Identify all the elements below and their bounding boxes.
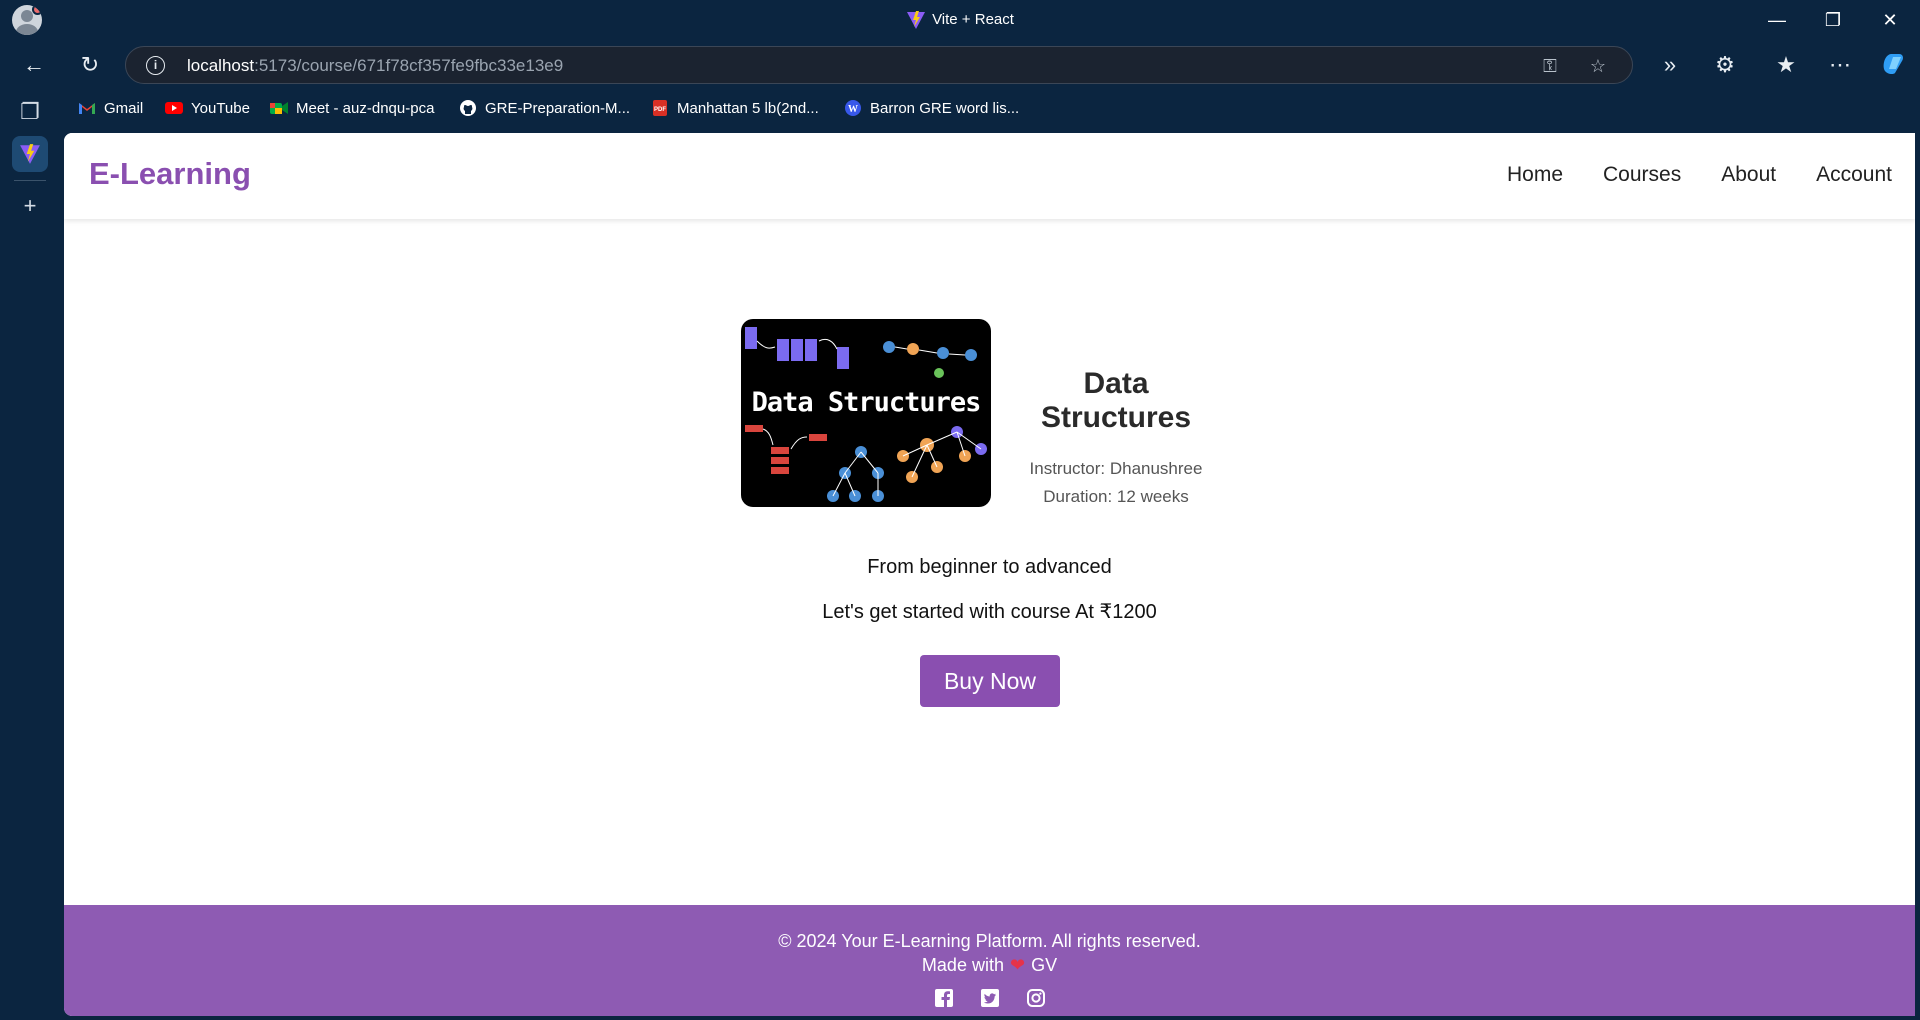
copilot-icon[interactable] [1877, 49, 1909, 81]
bookmark-barron[interactable]: W Barron GRE word lis... [844, 96, 1019, 122]
url-text[interactable]: localhost:5173/course/671f78cf357fe9fbc3… [187, 56, 563, 76]
nav-courses-link[interactable]: Courses [1603, 163, 1681, 187]
window-title: Vite + React [0, 10, 1920, 30]
bookmark-youtube[interactable]: YouTube [165, 96, 250, 122]
site-header: E-Learning Home Courses About Account [64, 133, 1915, 219]
browser-toolbar: ← ↻ i localhost:5173/course/671f78cf357f… [0, 40, 1920, 90]
vite-tab-icon [20, 144, 40, 164]
course-info: Data Structures Instructor: Dhanushree D… [1006, 367, 1226, 511]
youtube-icon [165, 102, 183, 114]
minimize-button[interactable]: — [1757, 6, 1797, 34]
more-menu-icon[interactable]: ⋯ [1824, 49, 1856, 81]
course-meta: Instructor: Dhanushree Duration: 12 week… [1006, 455, 1226, 511]
favorites-icon[interactable]: ★ [1770, 49, 1802, 81]
page-viewport: E-Learning Home Courses About Account Da… [64, 133, 1915, 1016]
back-arrow-icon[interactable]: ← [18, 49, 50, 81]
pdf-icon: PDF [653, 100, 667, 116]
star-icon[interactable]: ☆ [1585, 53, 1611, 79]
svg-text:PDF: PDF [654, 107, 666, 113]
meet-icon [270, 102, 288, 114]
facebook-icon[interactable] [934, 989, 953, 1007]
course-title: Data Structures [1040, 367, 1192, 434]
vite-tab[interactable] [12, 136, 48, 172]
course-thumbnail: Data Structures [741, 319, 991, 507]
sidebar-divider [14, 180, 46, 181]
site-info-icon[interactable]: i [146, 56, 165, 75]
footer-made-with: Made with ❤ GV [921, 955, 1058, 975]
instructor-label: Instructor: Dhanushree [1029, 459, 1203, 478]
gmail-icon [79, 103, 95, 114]
buy-now-button[interactable]: Buy Now [920, 655, 1060, 707]
course-price: Let's get started with course At ₹1200 [822, 601, 1157, 623]
extensions-icon[interactable]: ⚙ [1709, 49, 1741, 81]
nav-home-link[interactable]: Home [1507, 163, 1563, 187]
address-bar[interactable]: i localhost:5173/course/671f78cf357fe9fb… [125, 46, 1633, 84]
duration-label: Duration: 12 weeks [1043, 487, 1189, 506]
heart-icon: ❤ [1009, 955, 1026, 975]
new-tab-icon[interactable]: + [12, 188, 48, 224]
bookmark-meet[interactable]: Meet - auz-dnqu-pca [270, 96, 434, 122]
wordpress-icon: W [845, 100, 861, 116]
refresh-icon[interactable]: ↻ [74, 49, 106, 81]
nav-account-link[interactable]: Account [1816, 163, 1892, 187]
forward-chevrons-icon[interactable]: » [1654, 49, 1686, 81]
vite-icon [907, 11, 926, 29]
bookmark-manhattan-pdf[interactable]: PDF Manhattan 5 lb(2nd... [651, 96, 819, 122]
github-icon [460, 100, 476, 116]
vertical-tabs-sidebar: ❐ + [0, 90, 60, 1020]
svg-text:W: W [848, 104, 858, 115]
tab-actions-icon[interactable]: ❐ [12, 94, 48, 130]
browser-title-bar: Vite + React — ❐ ✕ [0, 0, 1920, 40]
footer-copyright: © 2024 Your E-Learning Platform. All rig… [778, 931, 1201, 951]
restore-button[interactable]: ❐ [1813, 6, 1853, 34]
bookmark-gmail[interactable]: Gmail [78, 96, 143, 122]
bookmark-github[interactable]: GRE-Preparation-M... [459, 96, 630, 122]
key-icon[interactable]: ⚿ [1537, 53, 1563, 79]
site-logo[interactable]: E-Learning [89, 156, 251, 192]
course-header: Data Structures Data Structures Instruct… [741, 319, 1241, 509]
twitter-icon[interactable] [980, 989, 999, 1007]
social-links [64, 989, 1915, 1007]
main-nav: Home Courses About Account [1507, 163, 1892, 187]
thumbnail-title: Data Structures [751, 387, 982, 418]
instagram-icon[interactable] [1026, 989, 1045, 1007]
close-window-button[interactable]: ✕ [1870, 6, 1910, 34]
site-footer: © 2024 Your E-Learning Platform. All rig… [64, 905, 1915, 1016]
course-description: From beginner to advanced [867, 556, 1112, 578]
nav-about-link[interactable]: About [1721, 163, 1776, 187]
